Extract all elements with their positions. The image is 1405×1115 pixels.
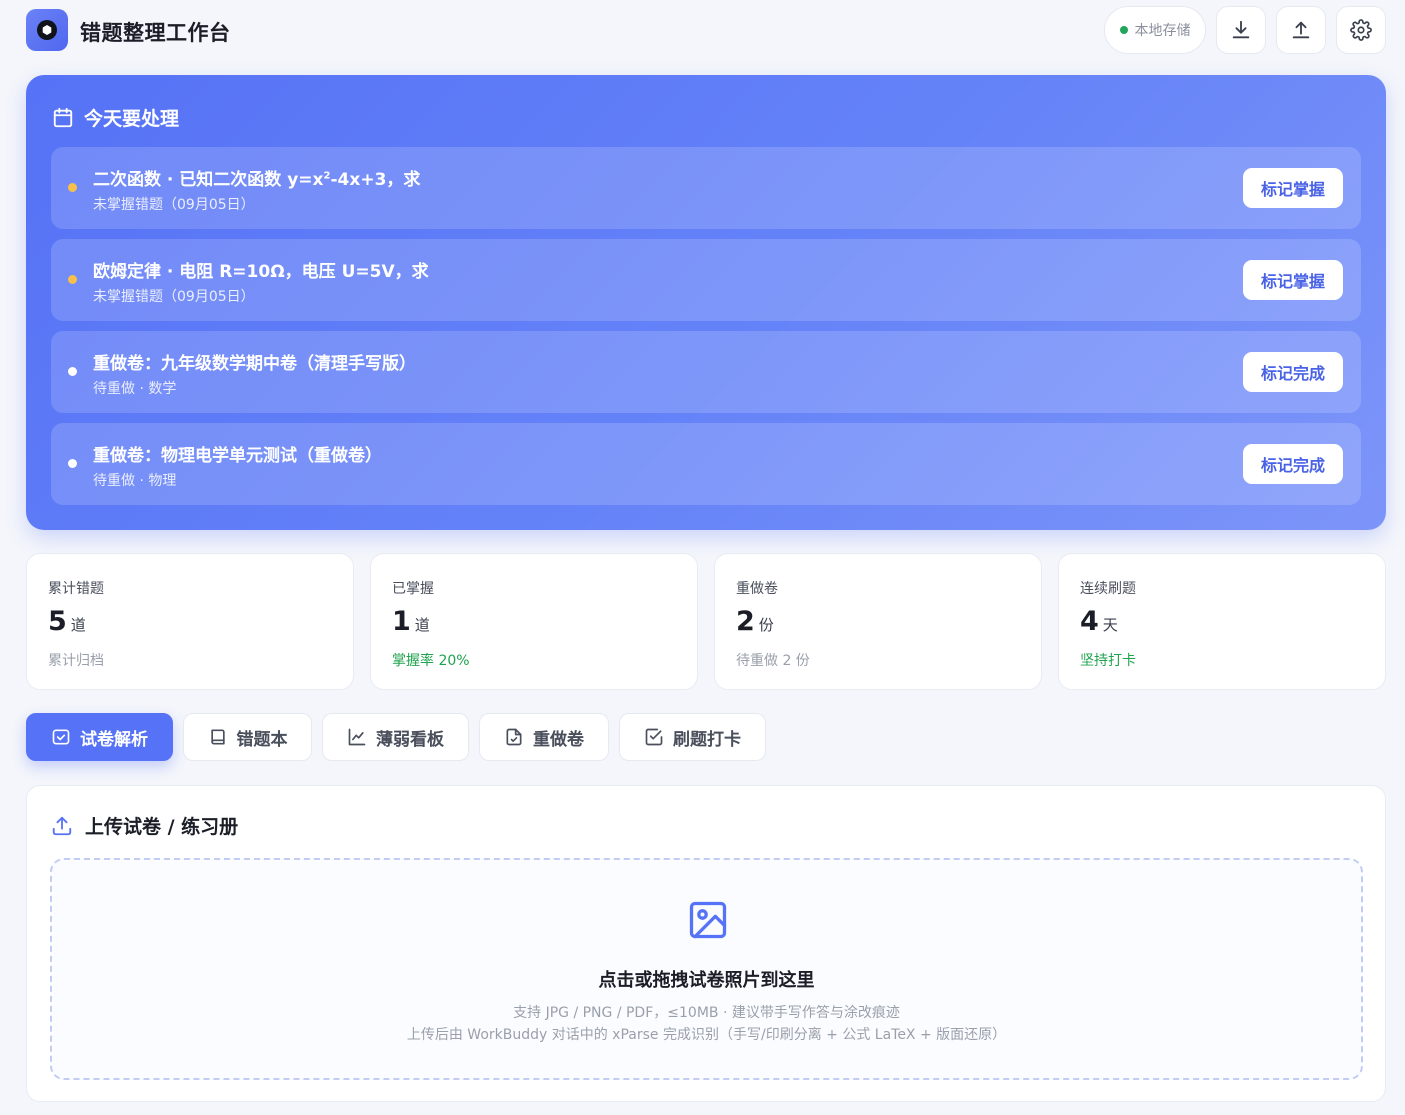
status-dot: [68, 459, 77, 468]
scan-icon: [52, 729, 70, 745]
stat-card-mastered: 已掌握 1道 掌握率 20%: [370, 553, 698, 690]
task-subtitle: 未掌握错题（09月05日）: [93, 197, 255, 213]
tab-paper-analysis[interactable]: 试卷解析: [26, 713, 173, 761]
task-subtitle: 未掌握错题（09月05日）: [93, 289, 255, 305]
upload-panel: 上传试卷 / 练习册 点击或拖拽试卷照片到这里 支持 JPG / PNG / P…: [26, 785, 1386, 1102]
task-subtitle: 待重做 · 数学: [93, 381, 177, 397]
stat-label: 累计错题: [48, 581, 104, 597]
storage-status-badge: 本地存储: [1104, 6, 1206, 54]
dropzone-title: 点击或拖拽试卷照片到这里: [598, 970, 815, 991]
mark-mastered-button[interactable]: 标记掌握: [1243, 260, 1343, 300]
stat-value: 2份: [736, 606, 774, 637]
file-check-icon: [506, 728, 522, 746]
file-dropzone[interactable]: 点击或拖拽试卷照片到这里 支持 JPG / PNG / PDF，≤10MB · …: [50, 858, 1363, 1080]
mark-complete-button[interactable]: 标记完成: [1243, 352, 1343, 392]
today-heading: 今天要处理: [52, 104, 179, 131]
settings-button[interactable]: [1336, 6, 1386, 54]
chart-line-icon: [348, 728, 366, 746]
storage-label: 本地存储: [1134, 23, 1191, 39]
status-dot: [68, 275, 77, 284]
today-panel: 今天要处理 二次函数 · 已知二次函数 y=x2-4x+3，求 未掌握错题（09…: [26, 75, 1386, 530]
app-logo: [26, 9, 68, 51]
dropzone-hint: 支持 JPG / PNG / PDF，≤10MB · 建议带手写作答与涂改痕迹: [513, 1005, 900, 1021]
tab-mistake-book[interactable]: 错题本: [183, 713, 312, 761]
task-item: 重做卷：九年级数学期中卷（清理手写版） 待重做 · 数学 标记完成: [51, 331, 1361, 413]
mark-mastered-button[interactable]: 标记掌握: [1243, 168, 1343, 208]
task-item: 二次函数 · 已知二次函数 y=x2-4x+3，求 未掌握错题（09月05日） …: [51, 147, 1361, 229]
stat-card-streak: 连续刷题 4天 坚持打卡: [1058, 553, 1386, 690]
tab-practice-checkin[interactable]: 刷题打卡: [619, 713, 766, 761]
checkbox-icon: [645, 728, 663, 746]
task-subtitle: 待重做 · 物理: [93, 473, 177, 489]
export-button[interactable]: [1216, 6, 1266, 54]
task-title: 重做卷：物理电学单元测试（重做卷）: [93, 446, 382, 466]
today-title: 今天要处理: [84, 108, 180, 130]
import-button[interactable]: [1276, 6, 1326, 54]
upload-icon: [1292, 21, 1310, 39]
calendar-icon: [53, 107, 73, 127]
tab-redo-paper[interactable]: 重做卷: [479, 713, 609, 761]
stat-value: 4天: [1080, 606, 1118, 637]
task-title: 欧姆定律 · 电阻 R=10Ω，电压 U=5V，求: [93, 262, 429, 282]
stat-label: 已掌握: [392, 581, 434, 597]
app-title: 错题整理工作台: [80, 21, 231, 45]
upload-title: 上传试卷 / 练习册: [85, 816, 239, 838]
stat-label: 连续刷题: [1080, 581, 1136, 597]
download-icon: [1232, 20, 1250, 39]
task-title: 二次函数 · 已知二次函数 y=x2-4x+3，求: [93, 170, 421, 190]
app-header: 错题整理工作台 本地存储: [26, 6, 1386, 54]
mark-complete-button[interactable]: 标记完成: [1243, 444, 1343, 484]
stat-value: 5道: [48, 606, 86, 637]
stat-label: 重做卷: [736, 581, 778, 597]
stat-note: 掌握率 20%: [392, 653, 470, 669]
image-icon: [689, 901, 727, 939]
stat-card-redo: 重做卷 2份 待重做 2 份: [714, 553, 1042, 690]
upload-icon: [52, 816, 72, 835]
hexagon-icon: [37, 20, 57, 40]
stat-note: 待重做 2 份: [736, 653, 810, 669]
stat-note: 坚持打卡: [1080, 653, 1136, 669]
gear-icon: [1350, 19, 1372, 41]
dropzone-hint: 上传后由 WorkBuddy 对话中的 xParse 完成识别（手写/印刷分离 …: [406, 1027, 1007, 1043]
stat-value: 1道: [392, 606, 430, 637]
task-title: 重做卷：九年级数学期中卷（清理手写版）: [93, 354, 416, 374]
status-dot: [68, 367, 77, 376]
upload-heading: 上传试卷 / 练习册: [51, 812, 238, 839]
task-item: 重做卷：物理电学单元测试（重做卷） 待重做 · 物理 标记完成: [51, 423, 1361, 505]
book-icon: [210, 729, 225, 745]
task-item: 欧姆定律 · 电阻 R=10Ω，电压 U=5V，求 未掌握错题（09月05日） …: [51, 239, 1361, 321]
tab-weakness-board[interactable]: 薄弱看板: [322, 713, 469, 761]
stat-card-total: 累计错题 5道 累计归档: [26, 553, 354, 690]
status-dot: [68, 183, 77, 192]
status-dot: [1119, 26, 1128, 34]
stat-note: 累计归档: [48, 653, 104, 669]
